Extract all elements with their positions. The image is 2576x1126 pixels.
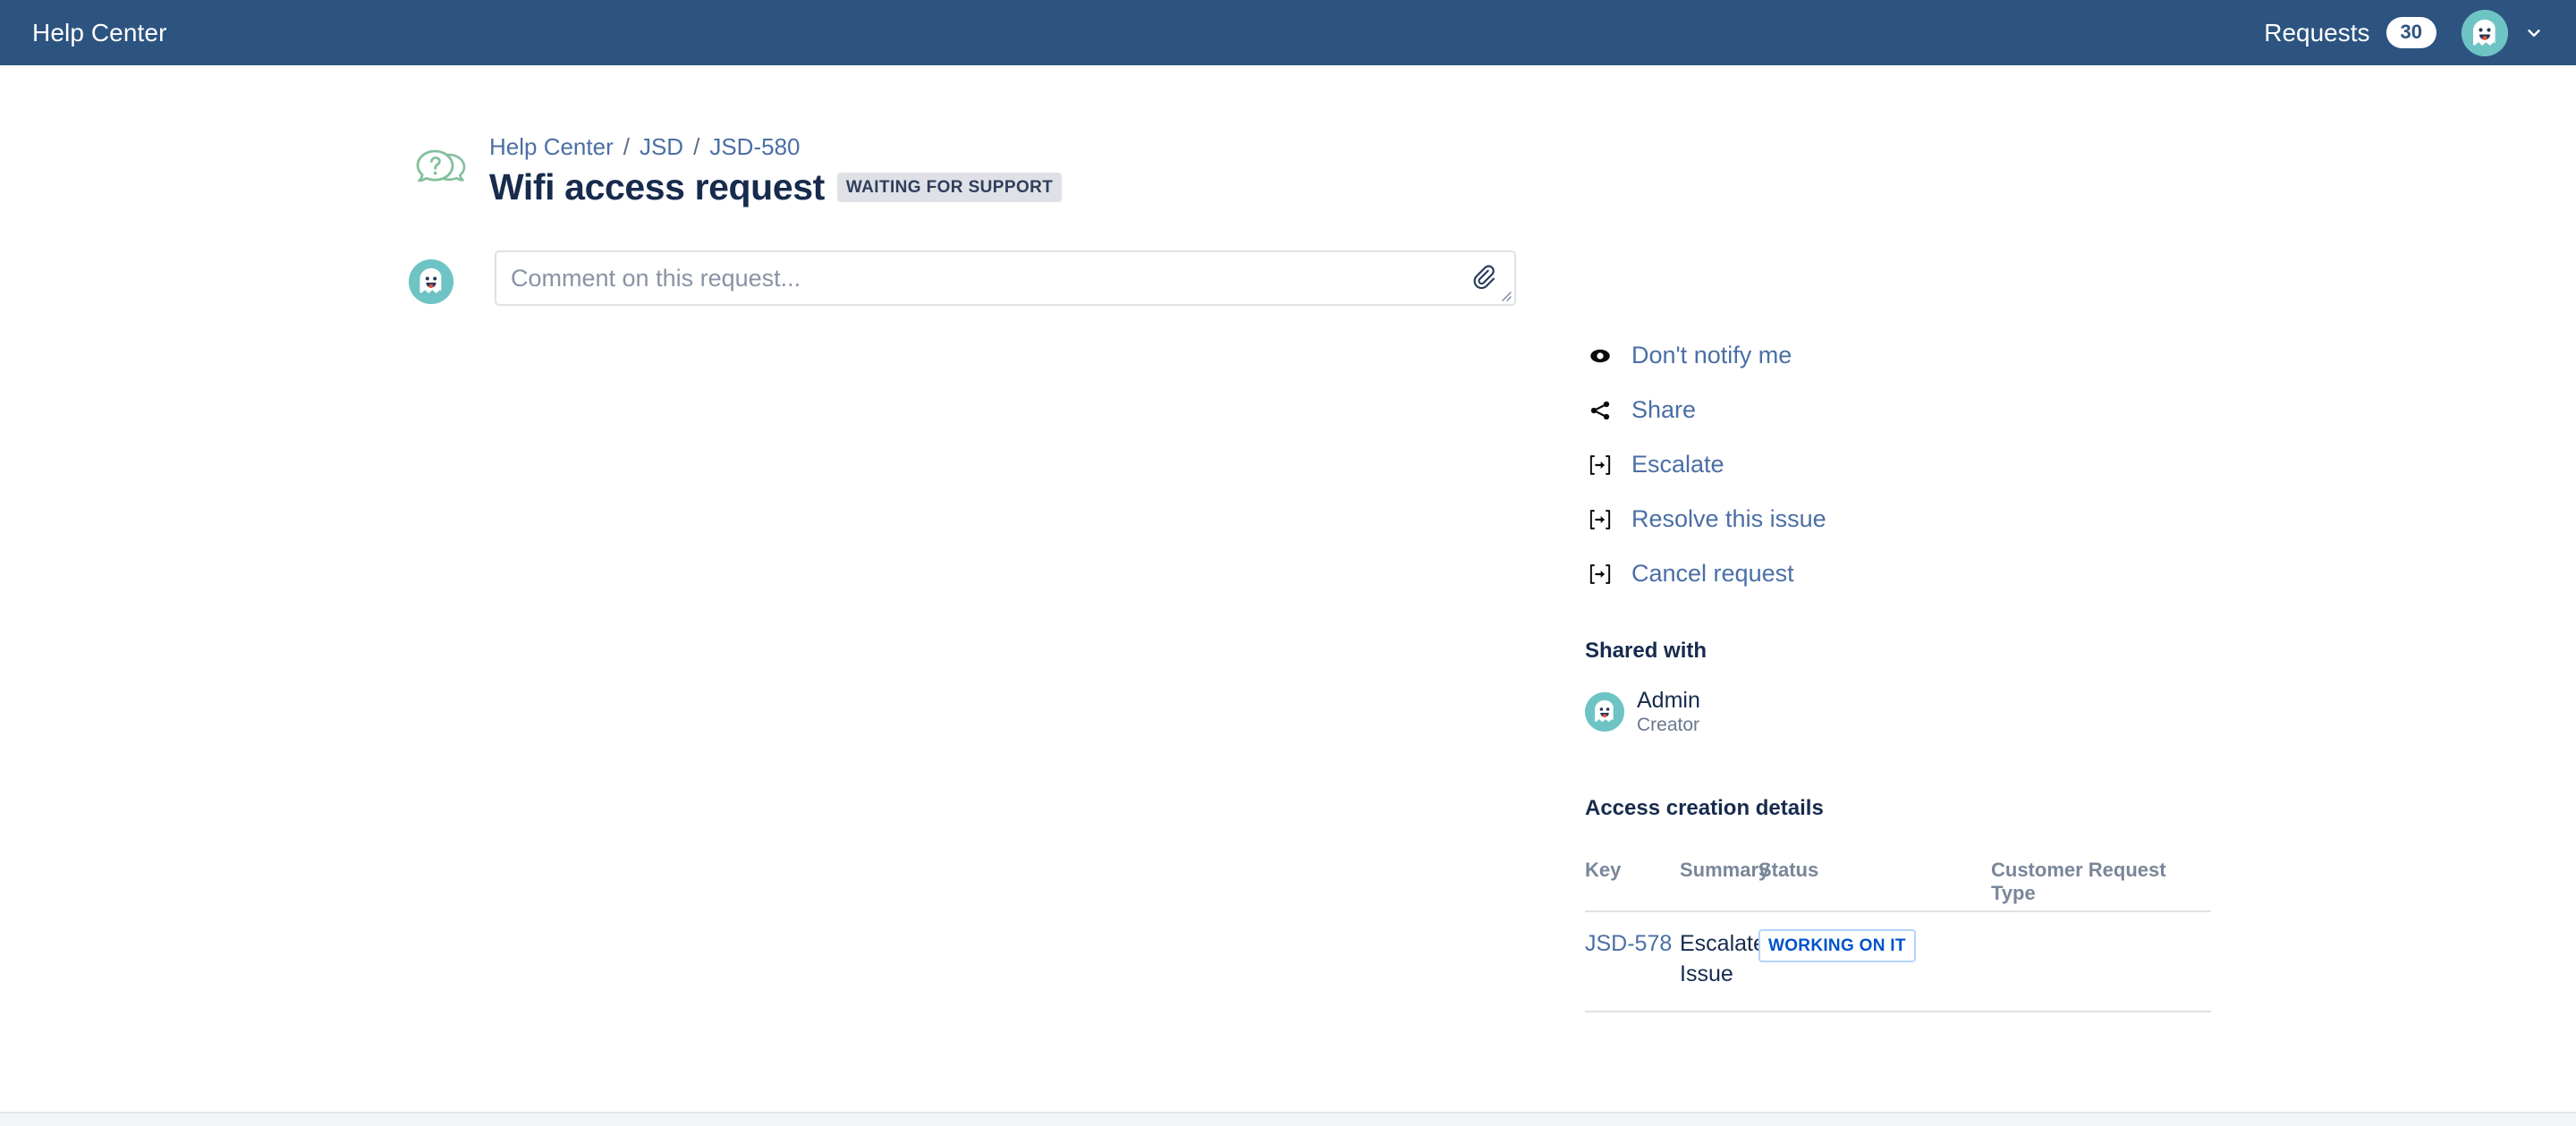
ghost-avatar-icon [409,259,453,305]
sidebar-actions: Don't notify me Share Escalate Resolve t… [1585,328,2265,601]
cell-customer-request-type [1991,910,2211,1012]
person-info: Admin Creator [1637,687,1700,737]
action-resolve-this-issue[interactable]: Resolve this issue [1585,492,2265,546]
speech-bubbles-question-icon [407,135,477,205]
request-sidebar: Don't notify me Share Escalate Resolve t… [1585,130,2265,1012]
ghost-avatar-icon [1585,692,1624,732]
shared-with-person: Admin Creator [1585,687,2265,737]
table-body: JSD-578 Escalate Issue WORKING ON IT [1585,910,2211,1012]
action-share[interactable]: Share [1585,383,2265,437]
action-cancel-request[interactable]: Cancel request [1585,546,2265,601]
breadcrumb-item-jsd-580[interactable]: JSD-580 [709,133,800,161]
requests-link[interactable]: Requests [2264,19,2369,47]
action-label: Share [1631,396,1697,423]
column-header-customer-request-type: Customer Request Type [1991,859,2166,905]
request-header: Help Center / JSD / JSD-580 Wifi access … [407,130,1516,208]
person-role: Creator [1637,715,1700,735]
request-main-column: Help Center / JSD / JSD-580 Wifi access … [407,130,1516,307]
action-label: Cancel request [1631,560,1794,587]
status-badge: WAITING FOR SUPPORT [836,173,1063,203]
request-header-text: Help Center / JSD / JSD-580 Wifi access … [489,130,1063,208]
workflow-transition-icon [1585,450,1615,480]
status-badge: WORKING ON IT [1758,929,1916,962]
breadcrumb: Help Center / JSD / JSD-580 [489,133,1062,161]
comment-compose-row [407,250,1516,307]
person-name: Admin [1637,688,1700,713]
site-title[interactable]: Help Center [32,19,167,47]
user-avatar[interactable] [2462,9,2508,56]
requests-count-badge[interactable]: 30 [2385,17,2436,48]
access-creation-details-heading: Access creation details [1585,796,1824,821]
workflow-transition-icon [1585,559,1615,589]
comment-input-container[interactable] [495,250,1516,307]
issue-key-link[interactable]: JSD-578 [1585,931,1672,956]
action-label: Escalate [1631,451,1724,478]
column-header-status: Status [1758,859,1819,882]
action-escalate[interactable]: Escalate [1585,437,2265,492]
comment-input[interactable] [496,252,1514,305]
breadcrumb-item-help-center[interactable]: Help Center [489,133,614,161]
eye-icon [1585,341,1615,371]
comment-author-avatar [409,259,453,305]
title-row: Wifi access request WAITING FOR SUPPORT [489,166,1063,208]
access-creation-details-table: Key Summary Status Customer Request Type… [1585,859,2211,1012]
breadcrumb-item-jsd[interactable]: JSD [640,133,683,161]
column-header-key: Key [1585,859,1622,882]
cell-key: JSD-578 [1585,910,1680,1012]
table-header-row: Key Summary Status Customer Request Type [1585,859,2211,911]
footer-strip [0,1113,2576,1126]
shared-with-heading: Shared with [1585,639,1707,663]
breadcrumb-separator: / [693,133,700,160]
workflow-transition-icon [1585,504,1615,535]
action-label: Resolve this issue [1631,505,1826,532]
table-header: Key Summary Status Customer Request Type [1585,859,2211,911]
page-body: Help Center / JSD / JSD-580 Wifi access … [0,65,2576,1126]
action-label: Don't notify me [1631,342,1792,368]
resize-handle-icon[interactable] [1497,287,1512,302]
paperclip-icon[interactable] [1470,264,1496,291]
breadcrumb-separator: / [623,133,630,160]
page-title: Wifi access request [489,166,825,208]
table-row: JSD-578 Escalate Issue WORKING ON IT [1585,910,2211,1012]
column-header-summary: Summary [1680,859,1770,882]
cell-summary: Escalate Issue [1680,910,1766,1012]
cell-status: WORKING ON IT [1758,910,1991,1012]
top-navigation-bar: Help Center Requests 30 [0,0,2576,65]
top-bar-right-group: Requests 30 [2264,9,2544,56]
action-dont-notify-me[interactable]: Don't notify me [1585,328,2265,383]
share-icon [1585,395,1615,426]
chevron-down-icon[interactable] [2524,23,2544,43]
person-avatar [1585,692,1624,732]
ghost-avatar-icon [2462,9,2508,56]
